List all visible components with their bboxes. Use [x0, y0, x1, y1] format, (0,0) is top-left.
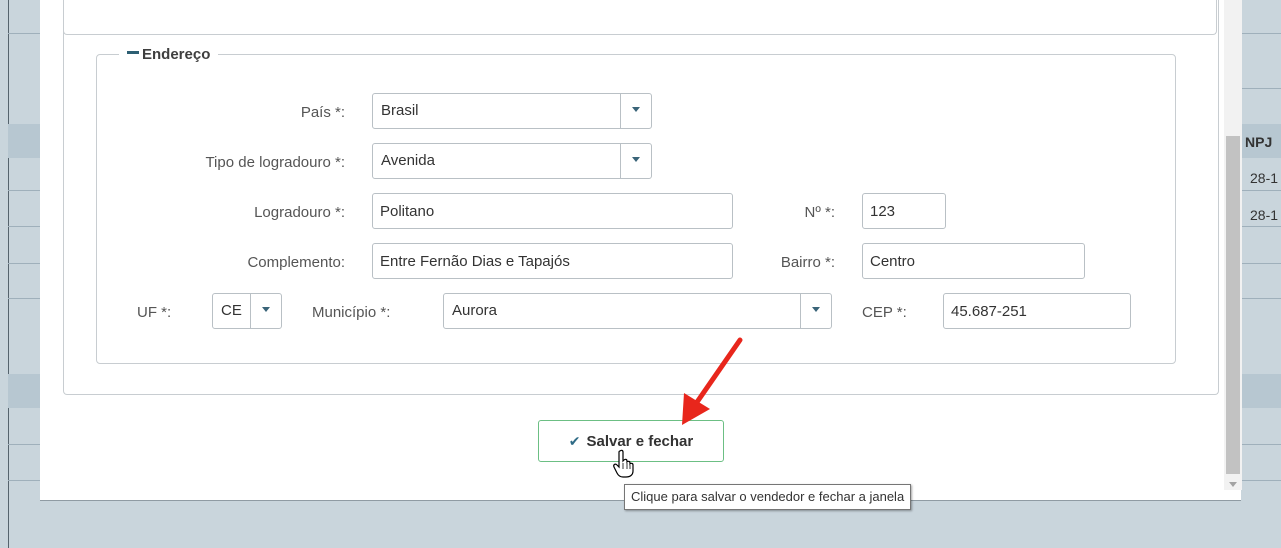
background-cell: 28-1	[1250, 170, 1279, 186]
bairro-input[interactable]	[862, 243, 1085, 279]
check-icon: ✔	[568, 433, 581, 449]
tipo-logradouro-dropdown-button[interactable]	[620, 144, 651, 178]
municipio-label: Município *:	[312, 304, 391, 321]
logradouro-input[interactable]	[372, 193, 733, 229]
municipio-value: Aurora	[452, 302, 498, 319]
uf-label: UF *:	[137, 304, 172, 321]
complemento-label: Complemento:	[247, 254, 345, 271]
save-and-close-label: Salvar e fechar	[586, 433, 694, 450]
scrollbar-thumb[interactable]	[1226, 136, 1240, 474]
chevron-down-icon	[632, 157, 640, 162]
chevron-down-icon	[632, 107, 640, 112]
tipo-logradouro-value: Avenida	[381, 152, 435, 169]
collapse-icon[interactable]	[127, 50, 139, 54]
pais-value: Brasil	[381, 102, 419, 119]
cep-label: CEP *:	[862, 304, 907, 321]
background-border	[8, 0, 9, 548]
municipio-select[interactable]: Aurora	[443, 293, 832, 329]
save-tooltip: Clique para salvar o vendedor e fechar a…	[624, 484, 912, 510]
logradouro-label: Logradouro *:	[254, 204, 345, 221]
cep-input[interactable]	[943, 293, 1131, 329]
scroll-down-arrow-icon[interactable]	[1229, 482, 1237, 487]
tipo-logradouro-label: Tipo de logradouro *:	[205, 154, 345, 171]
modal-scrollbar[interactable]	[1224, 0, 1242, 490]
annotation-arrow-icon	[682, 337, 743, 425]
address-section-title[interactable]: Endereço	[119, 46, 218, 63]
background-column-header: NPJ	[1245, 134, 1273, 150]
municipio-dropdown-button[interactable]	[800, 294, 831, 328]
background-cell: 28-1	[1250, 207, 1279, 223]
vendor-modal: Endereço País *: Brasil Tipo de logradou…	[40, 0, 1242, 501]
numero-input[interactable]	[862, 193, 946, 229]
chevron-down-icon	[262, 307, 270, 312]
complemento-input[interactable]	[372, 243, 733, 279]
hand-cursor-icon	[613, 449, 634, 478]
previous-section-panel	[63, 0, 1217, 35]
uf-value: CE	[221, 302, 242, 319]
uf-select[interactable]: CE	[212, 293, 282, 329]
chevron-down-icon	[812, 307, 820, 312]
pais-label: País *:	[300, 104, 345, 121]
tipo-logradouro-select[interactable]: Avenida	[372, 143, 652, 179]
numero-label: Nº *:	[804, 204, 835, 221]
pais-dropdown-button[interactable]	[620, 94, 651, 128]
uf-dropdown-button[interactable]	[250, 294, 281, 328]
bairro-label: Bairro *:	[780, 254, 835, 271]
pais-select[interactable]: Brasil	[372, 93, 652, 129]
